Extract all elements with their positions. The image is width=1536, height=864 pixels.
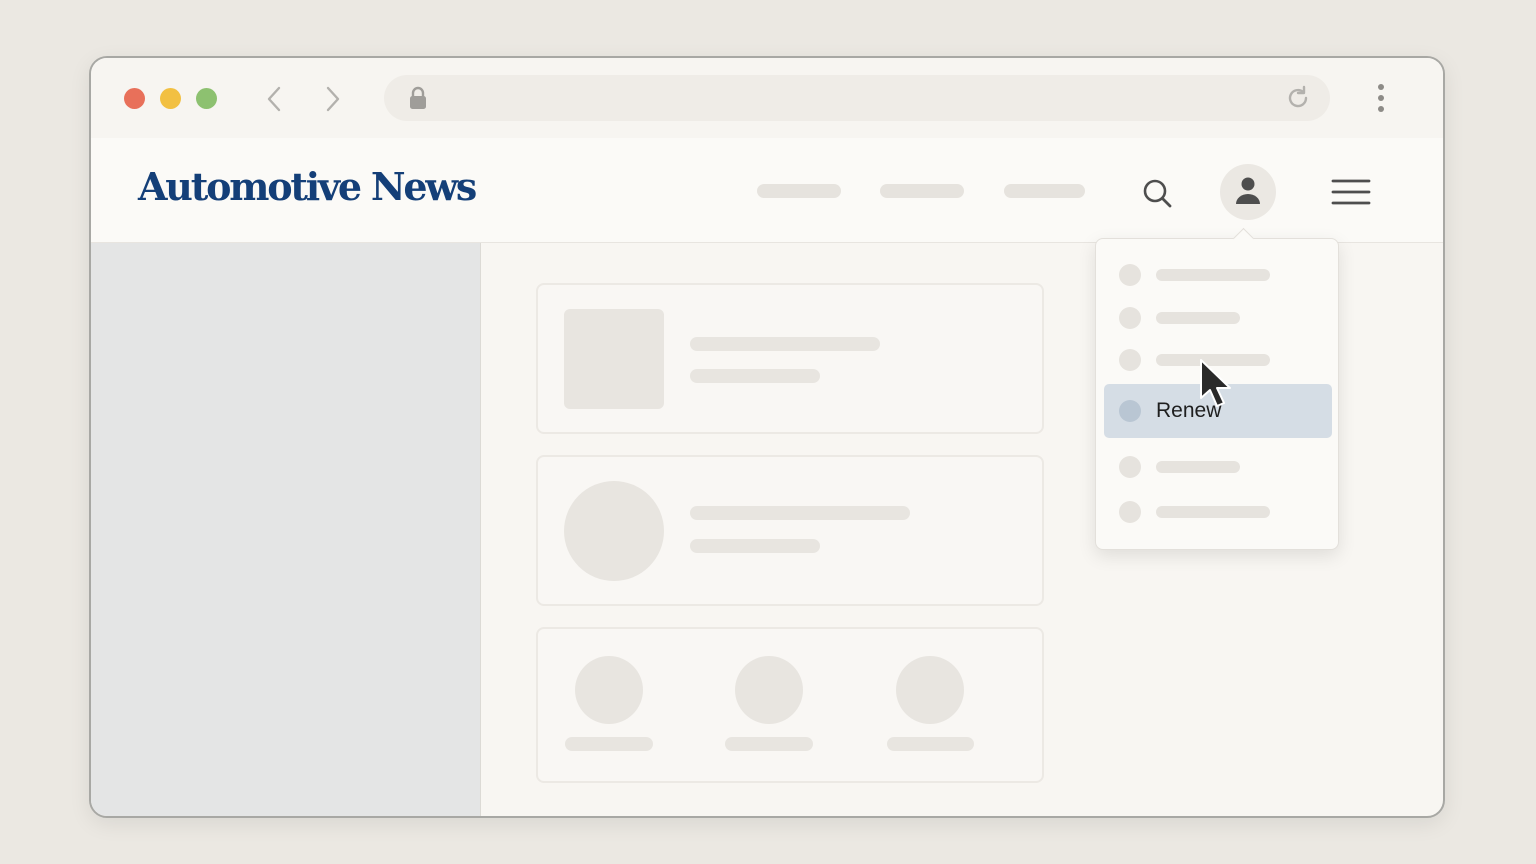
search-icon <box>1143 179 1172 208</box>
avatar-placeholder <box>896 656 964 724</box>
menu-item-icon <box>1119 349 1141 371</box>
hamburger-icon <box>1331 179 1371 205</box>
browser-toolbar <box>91 58 1443 139</box>
lock-icon <box>410 86 426 109</box>
user-icon <box>1236 177 1260 204</box>
avatar-placeholder <box>575 656 643 724</box>
browser-window: Automotive News Renew <box>89 56 1445 818</box>
menu-item-icon <box>1119 400 1141 422</box>
nav-link-placeholder-1[interactable] <box>757 184 841 198</box>
nav-link-placeholder-3[interactable] <box>1004 184 1085 198</box>
thumbnail-placeholder <box>564 309 664 409</box>
sidebar-panel <box>91 243 481 816</box>
menu-item-6[interactable] <box>1104 490 1332 534</box>
menu-item-icon <box>1119 307 1141 329</box>
content-card[interactable] <box>536 283 1044 434</box>
menu-item-label-placeholder <box>1156 506 1270 518</box>
browser-menu-button[interactable] <box>1367 82 1395 116</box>
main-menu-button[interactable] <box>1331 178 1371 213</box>
menu-item-icon <box>1119 456 1141 478</box>
menu-item-label-placeholder <box>1156 269 1270 281</box>
text-line-placeholder <box>690 369 820 383</box>
site-logo[interactable]: Automotive News <box>138 164 477 209</box>
account-button[interactable] <box>1220 164 1276 220</box>
text-line-placeholder <box>887 737 974 751</box>
minimize-window-button[interactable] <box>160 88 181 109</box>
nav-link-placeholder-2[interactable] <box>880 184 964 198</box>
menu-item-label-placeholder <box>1156 461 1240 473</box>
text-line-placeholder <box>690 337 880 351</box>
kebab-menu-icon <box>1378 84 1384 112</box>
text-line-placeholder <box>725 737 813 751</box>
forward-button[interactable] <box>315 82 349 116</box>
reload-icon[interactable] <box>1284 84 1312 112</box>
close-window-button[interactable] <box>124 88 145 109</box>
menu-item-label-placeholder <box>1156 312 1240 324</box>
back-button[interactable] <box>258 82 292 116</box>
maximize-window-button[interactable] <box>196 88 217 109</box>
site-header: Automotive News <box>91 138 1443 243</box>
content-card[interactable] <box>536 627 1044 783</box>
menu-item-5[interactable] <box>1104 445 1332 489</box>
content-card[interactable] <box>536 455 1044 606</box>
chevron-right-icon <box>326 86 340 112</box>
menu-item-2[interactable] <box>1104 296 1332 340</box>
text-line-placeholder <box>565 737 653 751</box>
text-line-placeholder <box>690 506 910 520</box>
chevron-left-icon <box>267 86 281 112</box>
menu-item-icon <box>1119 264 1141 286</box>
avatar-placeholder <box>564 481 664 581</box>
address-bar[interactable] <box>384 75 1330 121</box>
menu-item-1[interactable] <box>1104 253 1332 297</box>
mouse-pointer-icon <box>1200 359 1231 407</box>
menu-item-icon <box>1119 501 1141 523</box>
text-line-placeholder <box>690 539 820 553</box>
search-button[interactable] <box>1139 175 1175 216</box>
avatar-placeholder <box>735 656 803 724</box>
